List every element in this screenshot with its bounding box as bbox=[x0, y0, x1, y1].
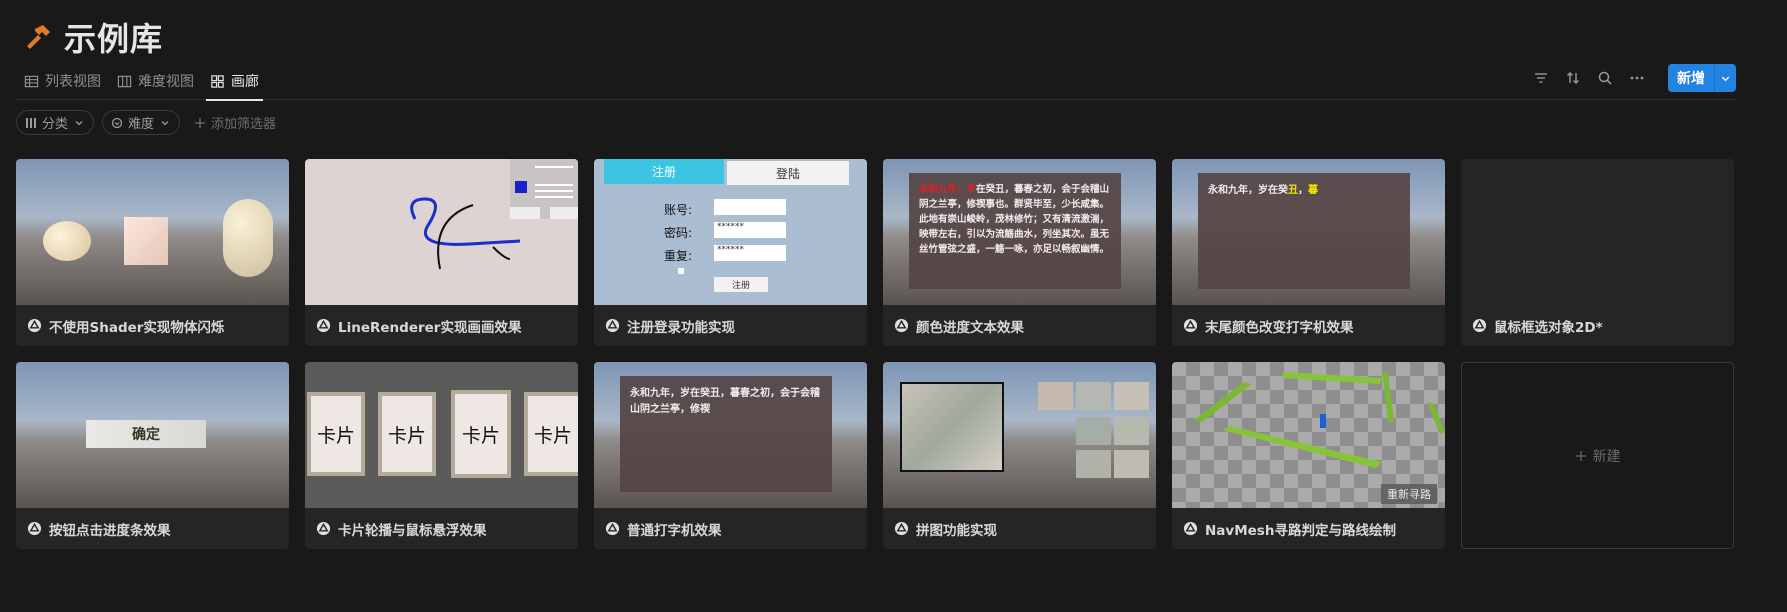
unity-icon bbox=[605, 521, 620, 536]
chevron-down-icon bbox=[161, 120, 169, 125]
columns-icon bbox=[26, 117, 36, 128]
card-thumbnail: 注册 登陆 账号: 密码: 重复: ****** ****** 注册 bbox=[594, 159, 867, 305]
tab-gallery[interactable]: 画廊 bbox=[202, 62, 267, 101]
card-thumbnail bbox=[305, 159, 578, 305]
filter-icon[interactable] bbox=[1528, 65, 1554, 91]
tab-list-view[interactable]: 列表视图 bbox=[16, 62, 109, 100]
unity-icon bbox=[894, 521, 909, 536]
gallery-icon bbox=[211, 74, 224, 88]
board-icon bbox=[117, 75, 132, 87]
new-dropdown-button[interactable] bbox=[1714, 64, 1736, 92]
confirm-thumb-button: 确定 bbox=[86, 420, 206, 448]
login-tab: 登陆 bbox=[727, 161, 849, 185]
gallery-card[interactable]: 永和九年，岁在癸丑，暮春之初，会于会稽山阴之兰亭，修禊事也。群贤毕至，少长咸集。… bbox=[883, 159, 1156, 346]
new-card-label: 新建 bbox=[1592, 448, 1621, 465]
gallery-card[interactable]: 永和九年，岁在癸丑，暮春之初，会于会稽山阴之兰亭，修禊 普通打字机效果 bbox=[594, 362, 867, 549]
difficulty-filter-chip[interactable]: 难度 bbox=[102, 110, 181, 135]
card-thumbnail bbox=[16, 159, 289, 305]
reroute-label: 重新寻路 bbox=[1381, 484, 1437, 504]
unity-icon bbox=[27, 521, 42, 536]
unity-icon bbox=[1183, 521, 1198, 536]
card-title: 卡片轮播与鼠标悬浮效果 bbox=[338, 522, 487, 539]
gallery-card[interactable]: 鼠标框选对象2D* bbox=[1461, 159, 1734, 346]
filter-bar: 分类 难度 添加筛选器 bbox=[16, 110, 282, 135]
new-button-group: 新增 bbox=[1668, 64, 1736, 92]
unity-icon bbox=[894, 318, 909, 333]
card-title: NavMesh寻路判定与路线绘制 bbox=[1205, 522, 1396, 539]
add-filter-button[interactable]: 添加筛选器 bbox=[188, 110, 282, 135]
gallery-grid: 不使用Shader实现物体闪烁 LineRenderer实现画画效果 注册 登陆… bbox=[16, 159, 1736, 549]
gallery-card[interactable]: LineRenderer实现画画效果 bbox=[305, 159, 578, 346]
account-label: 账号: bbox=[664, 203, 693, 217]
tab-label: 画廊 bbox=[231, 74, 259, 90]
red-text: 永和九年， bbox=[919, 184, 967, 195]
unity-icon bbox=[316, 521, 331, 536]
unity-icon bbox=[27, 318, 42, 333]
tab-difficulty-view[interactable]: 难度视图 bbox=[109, 62, 202, 100]
chevron-down-icon bbox=[75, 120, 83, 125]
card-thumbnail: 永和九年，岁在癸丑，暮 bbox=[1172, 159, 1445, 305]
card-thumbnail: 确定 bbox=[16, 362, 289, 508]
tab-label: 列表视图 bbox=[45, 74, 101, 90]
card-thumbnail: 永和九年，岁在癸丑，暮春之初，会于会稽山阴之兰亭，修禊 bbox=[594, 362, 867, 508]
new-button[interactable]: 新增 bbox=[1668, 64, 1714, 92]
card-title: 末尾颜色改变打字机效果 bbox=[1205, 319, 1354, 336]
dropdown-list-icon bbox=[111, 117, 123, 128]
page-header: 示例库 bbox=[20, 14, 163, 60]
unity-icon bbox=[1472, 318, 1487, 333]
card-title: 不使用Shader实现物体闪烁 bbox=[49, 319, 225, 336]
gallery-card[interactable]: 不使用Shader实现物体闪烁 bbox=[16, 159, 289, 346]
gallery-card[interactable]: 卡片 卡片 卡片 卡片 卡片轮播与鼠标悬浮效果 bbox=[305, 362, 578, 549]
chip-label: 分类 bbox=[42, 117, 69, 132]
add-filter-label: 添加筛选器 bbox=[211, 117, 277, 132]
card-thumbnail: 卡片 卡片 卡片 卡片 bbox=[305, 362, 578, 508]
category-filter-chip[interactable]: 分类 bbox=[16, 110, 95, 135]
sort-icon[interactable] bbox=[1560, 65, 1586, 91]
card-title: 注册登录功能实现 bbox=[627, 319, 735, 336]
search-icon[interactable] bbox=[1592, 65, 1618, 91]
page-title: 示例库 bbox=[64, 20, 164, 58]
repeat-label: 重复: bbox=[664, 249, 693, 263]
register-submit: 注册 bbox=[714, 277, 768, 292]
tab-label: 难度视图 bbox=[138, 74, 194, 90]
unity-icon bbox=[316, 318, 331, 333]
card-title: 按钮点击进度条效果 bbox=[49, 522, 171, 539]
repeat-masked: ****** bbox=[714, 245, 786, 261]
card-thumbnail: 永和九年，岁在癸丑，暮春之初，会于会稽山阴之兰亭，修禊事也。群贤毕至，少长咸集。… bbox=[883, 159, 1156, 305]
table-icon bbox=[24, 75, 39, 87]
card-thumbnail: 重新寻路 bbox=[1172, 362, 1445, 508]
gallery-card[interactable]: 确定 按钮点击进度条效果 bbox=[16, 362, 289, 549]
card-thumbnail bbox=[883, 362, 1156, 508]
password-masked: ****** bbox=[714, 222, 786, 238]
unity-icon bbox=[1183, 318, 1198, 333]
typer-text: 永和九年，岁在癸丑，暮春之初，会于会稽山阴之兰亭，修禊 bbox=[620, 376, 832, 492]
plus-icon bbox=[1575, 450, 1586, 461]
register-tab: 注册 bbox=[604, 159, 724, 184]
gallery-card[interactable]: 拼图功能实现 bbox=[883, 362, 1156, 549]
chip-label: 难度 bbox=[128, 117, 155, 132]
new-card-button[interactable]: 新建 bbox=[1461, 362, 1734, 549]
password-label: 密码: bbox=[664, 226, 693, 240]
card-title: 普通打字机效果 bbox=[627, 522, 722, 539]
gallery-card[interactable]: 重新寻路 NavMesh寻路判定与路线绘制 bbox=[1172, 362, 1445, 549]
plus-icon bbox=[195, 117, 206, 128]
card-title: 鼠标框选对象2D* bbox=[1494, 319, 1603, 336]
card-thumbnail bbox=[1461, 159, 1734, 305]
view-tabs-bar: 列表视图 难度视图 画廊 新增 bbox=[16, 62, 1736, 101]
hammer-icon bbox=[20, 20, 54, 54]
card-title: 拼图功能实现 bbox=[916, 522, 997, 539]
card-title: 颜色进度文本效果 bbox=[916, 319, 1024, 336]
card-title: LineRenderer实现画画效果 bbox=[338, 319, 522, 336]
more-icon[interactable] bbox=[1624, 65, 1650, 91]
chevron-down-icon bbox=[1721, 76, 1730, 81]
gallery-card[interactable]: 永和九年，岁在癸丑，暮 末尾颜色改变打字机效果 bbox=[1172, 159, 1445, 346]
unity-icon bbox=[605, 318, 620, 333]
gallery-card[interactable]: 注册 登陆 账号: 密码: 重复: ****** ****** 注册 注册登录功… bbox=[594, 159, 867, 346]
